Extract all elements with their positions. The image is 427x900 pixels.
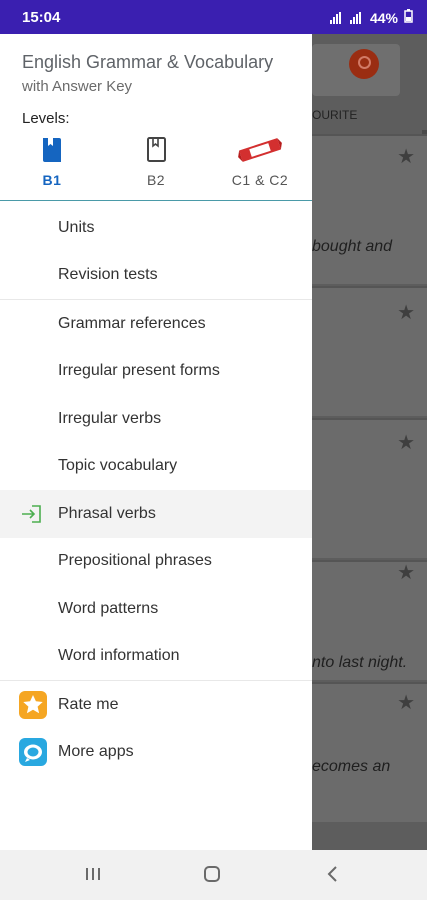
book-outline-icon xyxy=(141,136,171,164)
menu-item-label: Phrasal verbs xyxy=(58,504,156,522)
menu-item-grammar-references[interactable]: Grammar references xyxy=(0,300,312,348)
menu-item-label: Units xyxy=(58,218,95,236)
navigation-drawer: English Grammar & Vocabulary with Answer… xyxy=(0,34,312,850)
book-filled-icon xyxy=(37,136,67,164)
signal-icon xyxy=(329,11,344,24)
app-subtitle: with Answer Key xyxy=(22,78,133,95)
signal-icon-2 xyxy=(349,11,364,24)
system-navigation-bar xyxy=(0,850,427,900)
menu-item-label: Rate me xyxy=(58,695,119,713)
menu-item-label: Irregular present forms xyxy=(58,362,220,380)
menu-item-label: Word patterns xyxy=(58,599,159,617)
menu-item-irregular-verbs[interactable]: Irregular verbs xyxy=(0,395,312,443)
status-bar: 15:04 44% xyxy=(0,0,427,34)
background-tab-label: OURITE xyxy=(312,108,358,122)
background-snippet: ecomes an xyxy=(312,758,391,775)
menu-item-revision-tests[interactable]: Revision tests xyxy=(0,252,312,300)
level-label: B1 xyxy=(42,172,62,188)
level-tab-b1[interactable]: B1 xyxy=(7,136,97,188)
background-snippet: nto last night. xyxy=(312,654,408,671)
status-icons: 44% xyxy=(329,9,413,26)
menu-item-label: Grammar references xyxy=(58,314,206,332)
drawer-menu: Units Revision tests Grammar references … xyxy=(0,204,312,776)
menu-item-label: Topic vocabulary xyxy=(58,457,178,475)
star-icon: ★ xyxy=(397,562,415,584)
menu-item-units[interactable]: Units xyxy=(0,204,312,252)
apps-bubble-icon xyxy=(18,737,48,767)
star-icon: ★ xyxy=(397,692,415,714)
menu-item-more-apps[interactable]: More apps xyxy=(0,729,312,777)
app-title: English Grammar & Vocabulary xyxy=(22,52,274,72)
back-button[interactable] xyxy=(324,865,342,888)
search-icon xyxy=(349,49,379,79)
background-content: OURITE ★ bought and ★ ★ ★ nto last night… xyxy=(312,34,427,850)
status-time: 15:04 xyxy=(22,9,61,26)
enter-arrow-icon xyxy=(18,499,48,529)
menu-item-label: More apps xyxy=(58,743,134,761)
battery-percent: 44% xyxy=(369,9,398,26)
battery-icon xyxy=(404,9,413,26)
menu-item-label: Revision tests xyxy=(58,266,158,284)
level-label: C1 & C2 xyxy=(231,172,289,188)
level-tab-c1-c2[interactable]: C1 & C2 xyxy=(215,136,305,188)
star-badge-icon xyxy=(18,690,48,720)
star-icon: ★ xyxy=(397,146,415,168)
level-label: B2 xyxy=(146,172,166,188)
menu-item-rate-me[interactable]: Rate me xyxy=(0,681,312,729)
background-snippet: bought and xyxy=(312,238,393,255)
recent-apps-button[interactable] xyxy=(84,865,102,888)
menu-item-label: Prepositional phrases xyxy=(58,552,212,570)
home-button[interactable] xyxy=(203,865,221,888)
levels-divider xyxy=(0,200,312,201)
menu-item-label: Word information xyxy=(58,647,180,665)
menu-item-prepositional-phrases[interactable]: Prepositional phrases xyxy=(0,538,312,586)
menu-item-phrasal-verbs[interactable]: Phrasal verbs xyxy=(0,490,312,538)
star-icon: ★ xyxy=(397,432,415,454)
ribbon-badge-icon xyxy=(237,136,283,164)
menu-item-topic-vocabulary[interactable]: Topic vocabulary xyxy=(0,443,312,491)
menu-item-word-patterns[interactable]: Word patterns xyxy=(0,585,312,633)
menu-item-label: Irregular verbs xyxy=(58,409,162,427)
levels-label: Levels: xyxy=(22,110,70,127)
menu-item-irregular-present-forms[interactable]: Irregular present forms xyxy=(0,348,312,396)
level-tab-b2[interactable]: B2 xyxy=(111,136,201,188)
star-icon: ★ xyxy=(397,302,415,324)
menu-item-word-information[interactable]: Word information xyxy=(0,633,312,681)
